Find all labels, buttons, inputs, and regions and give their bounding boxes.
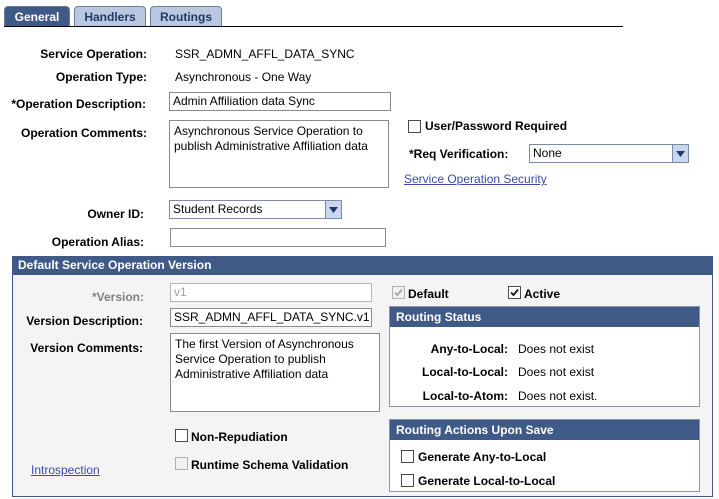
operation-type-label: Operation Type: [55,70,147,84]
operation-description-label: *Operation Description: [11,97,146,111]
local-to-atom-label: Local-to-Atom: [422,389,508,403]
local-to-local-value: Does not exist [518,365,595,379]
tab-handlers[interactable]: Handlers [74,6,146,27]
any-to-local-value: Does not exist [518,342,595,356]
version-input: v1 [170,283,372,302]
operation-alias-label: Operation Alias: [51,235,144,249]
routing-actions-box: Routing Actions Upon Save Generate Any-t… [389,419,700,492]
chevron-down-icon[interactable] [672,145,688,162]
chevron-down-icon[interactable] [325,201,341,218]
local-to-local-label: Local-to-Local: [422,365,508,379]
runtime-schema-checkbox [175,457,188,470]
version-comments-textarea[interactable]: The first Version of Asynchronous Servic… [170,333,380,412]
user-password-checkbox[interactable] [408,120,421,133]
user-password-label: User/Password Required [425,119,568,133]
tab-general[interactable]: General [4,6,70,27]
routing-status-box: Routing Status Any-to-Local: Does not ex… [389,306,700,407]
routing-status-header: Routing Status [390,307,699,327]
runtime-schema-label: Runtime Schema Validation [191,458,349,472]
active-checkbox[interactable] [508,286,521,299]
generate-any-to-local-checkbox[interactable] [401,450,414,463]
non-repudiation-checkbox[interactable] [175,429,188,442]
version-description-input[interactable]: SSR_ADMN_AFFL_DATA_SYNC.v1 [170,308,372,327]
generate-local-to-local-checkbox[interactable] [401,474,414,487]
active-label: Active [524,287,561,301]
tab-underline [4,26,623,27]
operation-alias-input[interactable] [170,228,386,247]
default-checkbox [392,286,405,299]
operation-description-input[interactable]: Admin Affiliation data Sync [169,92,391,111]
req-verification-label: *Req Verification: [409,147,509,161]
version-label: *Version: [91,290,144,304]
service-operation-security-link[interactable]: Service Operation Security [404,172,547,186]
local-to-atom-value: Does not exist. [518,389,598,403]
owner-id-label: Owner ID: [87,207,144,221]
owner-id-value: Student Records [173,202,263,216]
req-verification-value: None [533,146,562,160]
default-version-header: Default Service Operation Version [12,256,713,275]
operation-comments-textarea[interactable]: Asynchronous Service Operation to publis… [169,120,389,188]
service-operation-value: SSR_ADMN_AFFL_DATA_SYNC [175,47,355,61]
default-label: Default [408,287,449,301]
operation-type-value: Asynchronous - One Way [175,70,312,84]
routing-actions-header: Routing Actions Upon Save [390,420,699,440]
non-repudiation-label: Non-Repudiation [191,430,288,444]
tab-routings[interactable]: Routings [150,6,222,27]
version-description-label: Version Description: [26,314,143,328]
any-to-local-label: Any-to-Local: [430,342,508,356]
version-comments-label: Version Comments: [30,341,143,355]
owner-id-select[interactable]: Student Records [169,200,342,219]
service-operation-label: Service Operation: [40,47,147,61]
operation-comments-label: Operation Comments: [20,126,147,140]
req-verification-select[interactable]: None [529,144,689,163]
generate-local-to-local-label: Generate Local-to-Local [418,474,556,488]
generate-any-to-local-label: Generate Any-to-Local [418,450,547,464]
introspection-link[interactable]: Introspection [31,463,100,477]
